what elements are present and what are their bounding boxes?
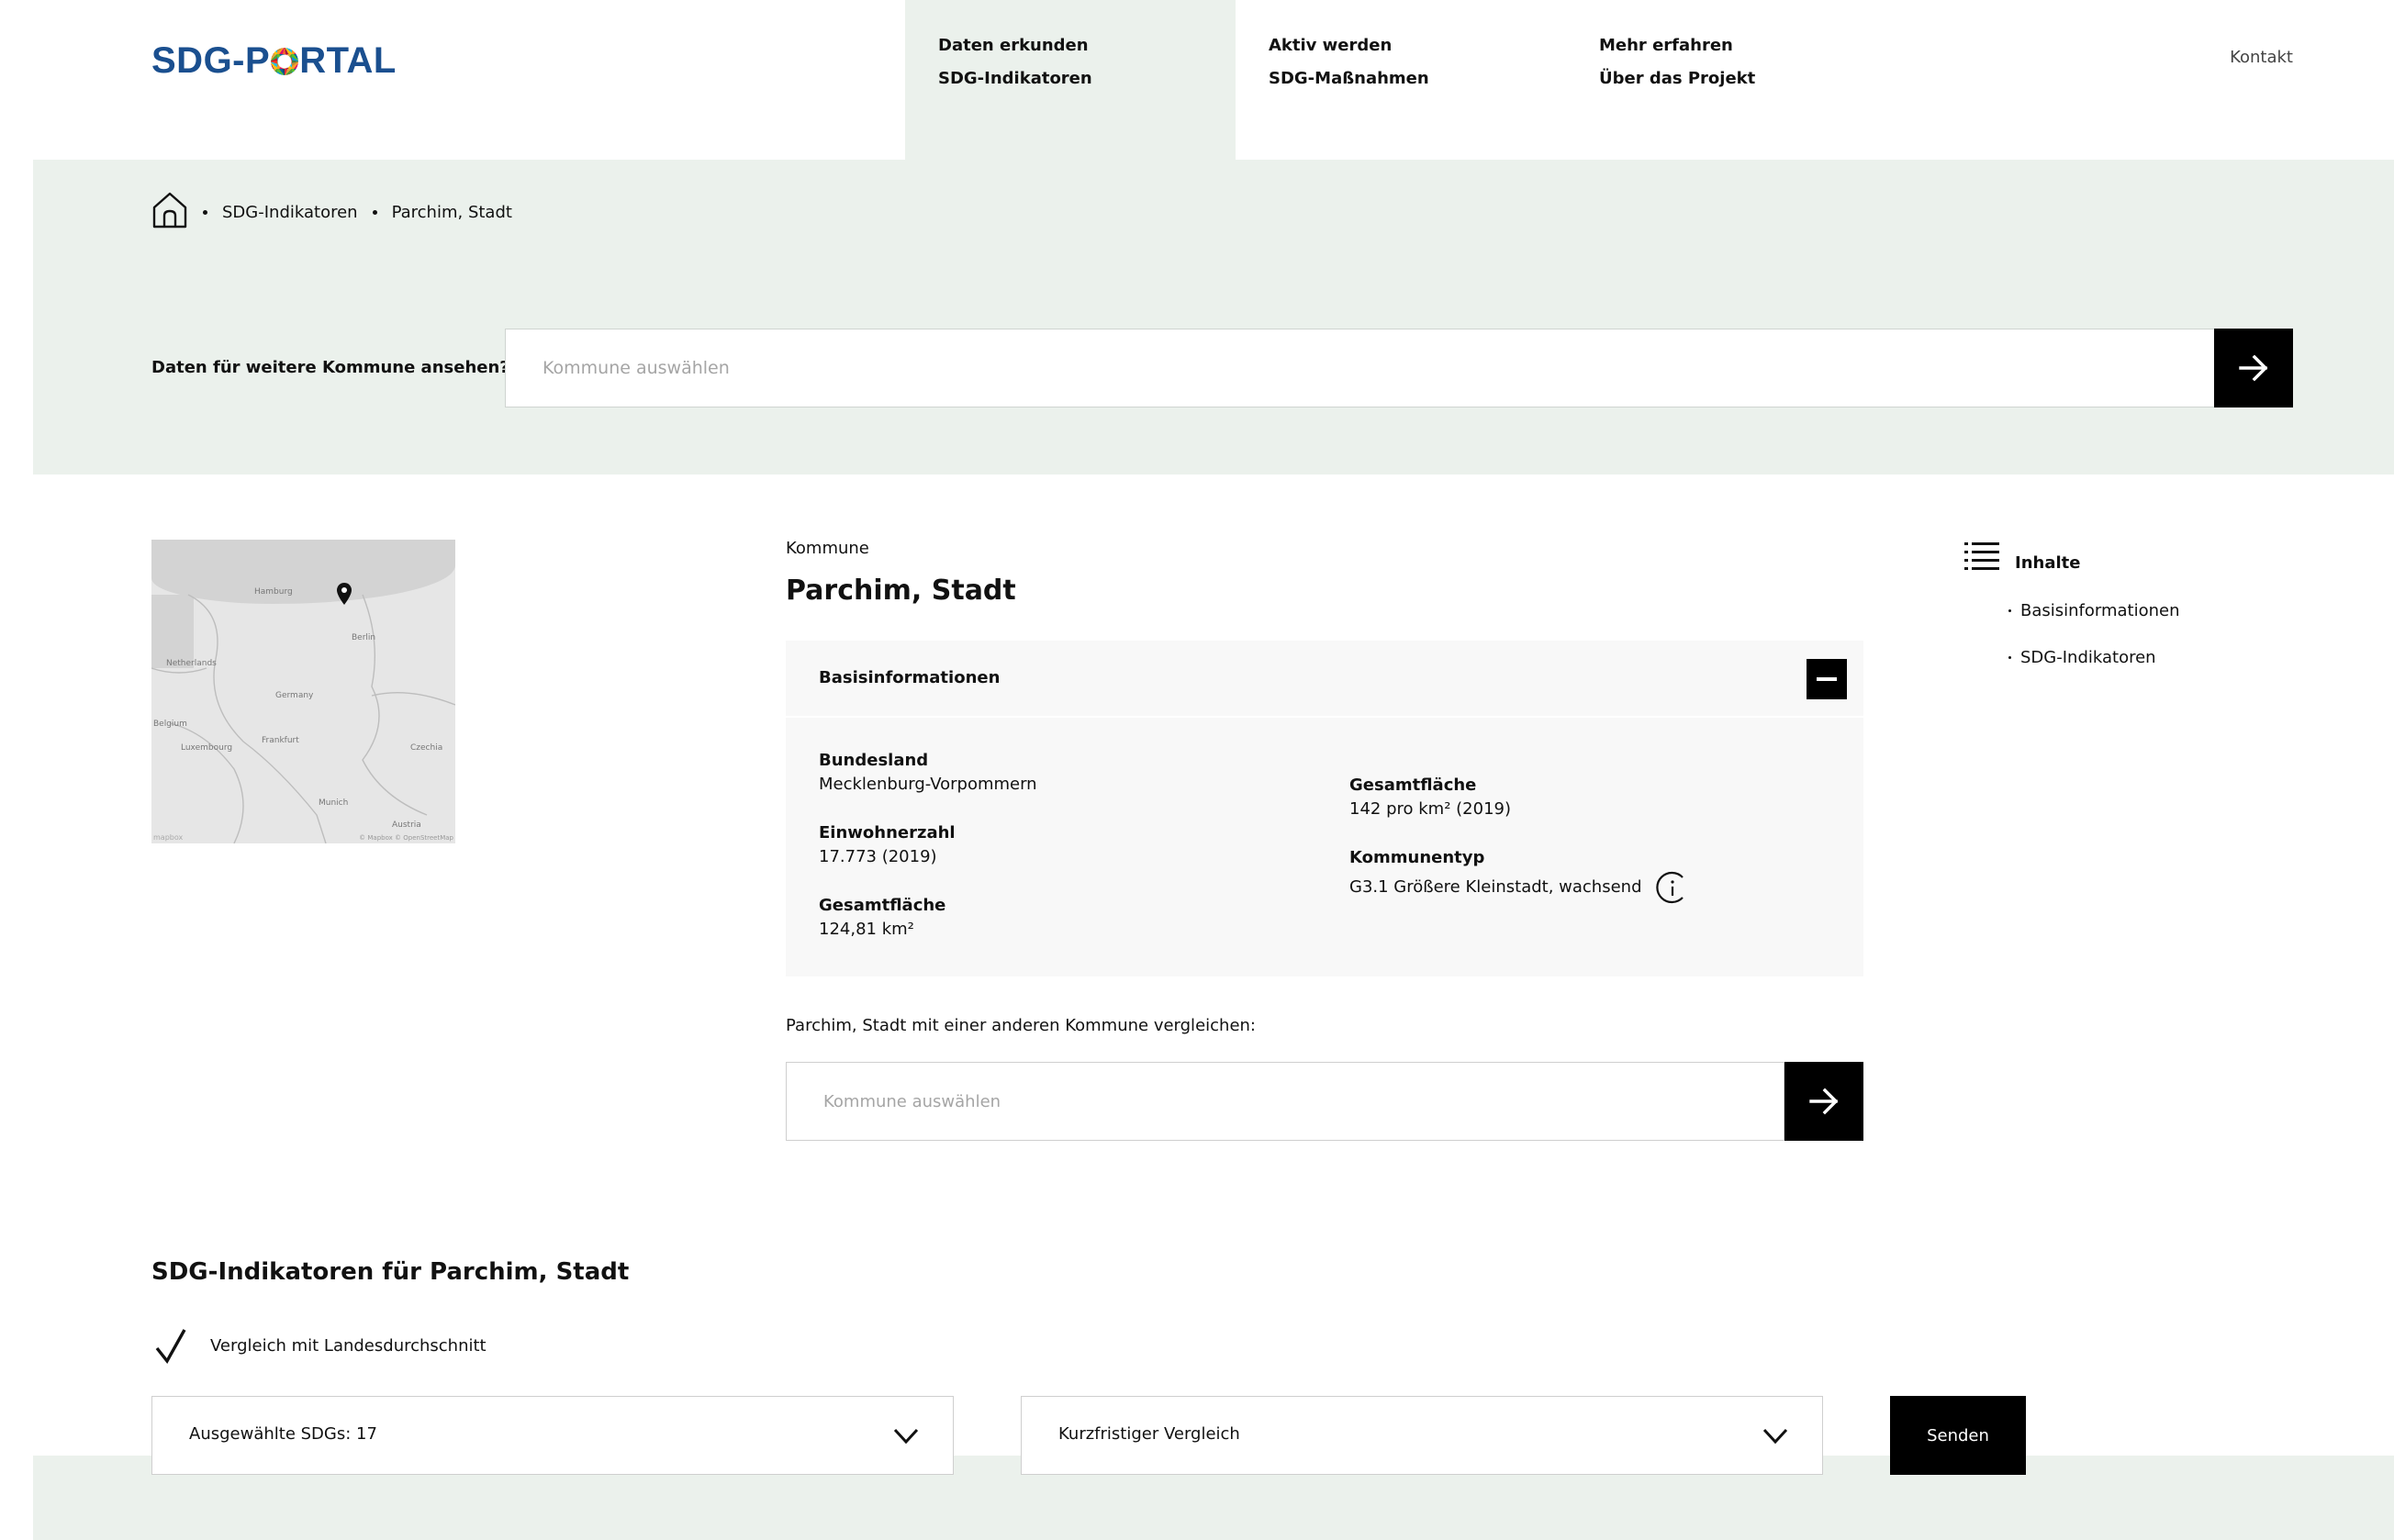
- kommune-search-submit-button[interactable]: [2214, 329, 2293, 407]
- kommune-kicker: Kommune: [786, 539, 869, 558]
- info-icon[interactable]: [1655, 870, 1690, 905]
- breadcrumb-separator: [372, 210, 377, 215]
- toc-title: Inhalte: [2015, 553, 2081, 573]
- map-label: Hamburg: [254, 587, 293, 597]
- nav-item-aktiv-werden[interactable]: Aktiv werden: [1269, 29, 1566, 62]
- nav-item-ueber-das-projekt[interactable]: Über das Projekt: [1599, 62, 1896, 95]
- compare-search-input[interactable]: [787, 1063, 1784, 1140]
- toc-item-label: Basisinformationen: [2020, 601, 2180, 620]
- map-label: Berlin: [352, 633, 376, 642]
- map-label: Austria: [392, 820, 421, 830]
- checkbox-checked-icon[interactable]: [154, 1328, 187, 1365]
- map-label: Netherlands: [166, 659, 217, 668]
- breadcrumb-item-sdg-indikatoren[interactable]: SDG-Indikatoren: [222, 203, 358, 222]
- nav-item-mehr-erfahren[interactable]: Mehr erfahren: [1599, 29, 1896, 62]
- info-value: 142 pro km² (2019): [1349, 799, 1511, 819]
- map-label: Czechia: [410, 743, 443, 753]
- send-button[interactable]: Senden: [1890, 1396, 2026, 1475]
- chevron-down-icon: [1762, 1428, 1788, 1445]
- checkbox-label[interactable]: Vergleich mit Landesdurchschnitt: [210, 1336, 487, 1356]
- info-gesamtflaeche: Gesamtfläche 124,81 km²: [819, 894, 945, 942]
- select-value: Ausgewählte SDGs: 17: [189, 1424, 377, 1444]
- page-title: Parchim, Stadt: [786, 575, 1016, 607]
- info-value: 124,81 km²: [819, 920, 914, 939]
- nav-group-mehr-erfahren: Mehr erfahren Über das Projekt: [1566, 0, 1896, 160]
- nav-item-kontakt[interactable]: Kontakt: [2230, 48, 2293, 67]
- info-value: 17.773 (2019): [819, 847, 937, 866]
- accordion-title: Basisinformationen: [819, 668, 1001, 687]
- list-icon: [1964, 542, 1999, 570]
- bullet-dot: [2008, 656, 2011, 659]
- info-label: Gesamtfläche: [1349, 776, 1477, 795]
- sdg-select-dropdown[interactable]: Ausgewählte SDGs: 17: [151, 1396, 954, 1475]
- comparison-select-dropdown[interactable]: Kurzfristiger Vergleich: [1021, 1396, 1823, 1475]
- mapbox-logo: mapbox: [153, 833, 184, 842]
- site-header: SDG-P RTAL Daten erkunden SDG-Indikatore…: [0, 0, 2394, 160]
- home-icon[interactable]: [151, 191, 188, 234]
- nav-group-aktiv-werden: Aktiv werden SDG-Maßnahmen: [1236, 0, 1566, 160]
- select-value: Kurzfristiger Vergleich: [1058, 1424, 1240, 1444]
- sdg-section-heading: SDG-Indikatoren für Parchim, Stadt: [151, 1258, 630, 1286]
- toc-item-sdg-indikatoren[interactable]: SDG-Indikatoren: [2008, 648, 2156, 667]
- chevron-down-icon: [893, 1428, 919, 1445]
- minus-icon: [1817, 677, 1837, 681]
- breadcrumb: SDG-Indikatoren Parchim, Stadt: [151, 191, 512, 234]
- map-label: Munich: [319, 798, 349, 808]
- collapse-button[interactable]: [1807, 659, 1847, 699]
- location-pin-icon: [337, 583, 352, 605]
- breadcrumb-item-current: Parchim, Stadt: [391, 203, 512, 222]
- nav-group-daten-erkunden: Daten erkunden SDG-Indikatoren: [905, 0, 1236, 160]
- info-label: Einwohnerzahl: [819, 823, 956, 843]
- basisinformationen-accordion: Basisinformationen Bundesland Mecklenbur…: [786, 641, 1863, 976]
- compare-submit-button[interactable]: [1784, 1062, 1863, 1141]
- location-map[interactable]: Hamburg Netherlands Germany Belgium Czec…: [151, 540, 455, 843]
- info-value-row: G3.1 Größere Kleinstadt, wachsend: [1349, 870, 1690, 905]
- kommune-search-input[interactable]: [506, 329, 2214, 407]
- map-label: Frankfurt: [262, 736, 299, 745]
- info-label: Kommunentyp: [1349, 848, 1485, 867]
- map-label: Luxembourg: [181, 743, 233, 753]
- bullet-dot: [2008, 609, 2011, 612]
- info-label: Gesamtfläche: [819, 896, 946, 915]
- toc-item-label: SDG-Indikatoren: [2020, 648, 2156, 667]
- info-bevoelkerungsdichte: Gesamtfläche 142 pro km² (2019): [1349, 774, 1511, 821]
- nav-item-daten-erkunden[interactable]: Daten erkunden: [938, 29, 1236, 62]
- info-bundesland: Bundesland Mecklenburg-Vorpommern: [819, 749, 1037, 797]
- search-band: SDG-Indikatoren Parchim, Stadt Daten für…: [33, 160, 2394, 474]
- map-label: Belgium: [153, 720, 187, 729]
- nav-item-sdg-indikatoren[interactable]: SDG-Indikatoren: [938, 62, 1236, 95]
- logo-text-left: SDG-P: [151, 40, 271, 81]
- arrow-right-icon: [2239, 354, 2268, 382]
- sdg-wheel-icon: [271, 47, 299, 75]
- arrow-right-icon: [1809, 1088, 1839, 1115]
- map-attribution[interactable]: © Mapbox © OpenStreetMap: [359, 834, 453, 842]
- sdg-portal-logo[interactable]: SDG-P RTAL: [151, 40, 397, 82]
- kommune-search-field: [505, 329, 2215, 407]
- info-label: Bundesland: [819, 751, 929, 770]
- info-kommunentyp: Kommunentyp G3.1 Größere Kleinstadt, wac…: [1349, 846, 1690, 905]
- toc-item-basisinformationen[interactable]: Basisinformationen: [2008, 601, 2180, 620]
- info-value: Mecklenburg-Vorpommern: [819, 775, 1037, 794]
- map-label: Germany: [275, 691, 314, 700]
- compare-search-field: [786, 1062, 1784, 1141]
- logo-text-right: RTAL: [299, 40, 397, 81]
- info-einwohnerzahl: Einwohnerzahl 17.773 (2019): [819, 821, 956, 869]
- breadcrumb-separator: [203, 210, 207, 215]
- accordion-header[interactable]: Basisinformationen: [786, 641, 1863, 718]
- search-label: Daten für weitere Kommune ansehen?: [151, 358, 509, 377]
- compare-label: Parchim, Stadt mit einer anderen Kommune…: [786, 1016, 1256, 1035]
- info-value: G3.1 Größere Kleinstadt, wachsend: [1349, 877, 1642, 897]
- nav-item-sdg-massnahmen[interactable]: SDG-Maßnahmen: [1269, 62, 1566, 95]
